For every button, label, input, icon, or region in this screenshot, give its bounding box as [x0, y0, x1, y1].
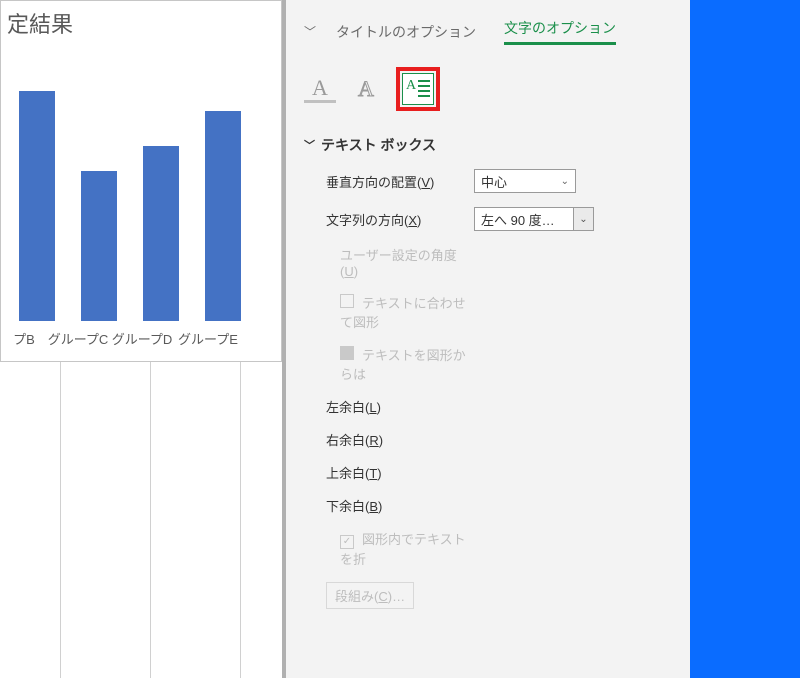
valign-label: 垂直方向の配置(V): [304, 172, 474, 191]
row-columns: 段組み(C)…: [304, 582, 678, 609]
margin-left-label: 左余白(L): [304, 397, 474, 416]
direction-label: 文字列の方向(X): [304, 210, 474, 229]
row-valign: 垂直方向の配置(V) 中心 ⌄: [304, 169, 678, 193]
row-user-angle: ユーザー設定の角度(U): [304, 245, 678, 279]
tab-title-options[interactable]: タイトルのオプション: [336, 22, 476, 42]
text-option-icons: A A A: [304, 67, 678, 111]
chevron-down-icon: ⌄: [561, 176, 569, 187]
highlight-textbox-icon: A: [396, 67, 440, 111]
valign-value: 中心: [481, 172, 507, 191]
app-root: 定結果 プB グループC グループD グループE ﹀: [0, 0, 800, 678]
text-effects-icon[interactable]: A: [350, 73, 382, 105]
text-fill-icon[interactable]: A: [304, 75, 336, 103]
margin-right-label: 右余白(R): [304, 430, 474, 449]
row-direction: 文字列の方向(X) 左へ 90 度… ⌄: [304, 207, 678, 231]
axis-label-d: グループD: [109, 329, 175, 348]
textbox-icon[interactable]: A: [402, 73, 434, 105]
row-margin-left: 左余白(L): [304, 397, 678, 416]
chevron-down-icon[interactable]: ⌄: [574, 207, 594, 231]
bar-group-b: [19, 91, 55, 321]
columns-button[interactable]: 段組み(C)…: [326, 582, 414, 609]
wrap-option: 図形内でテキストを折: [304, 529, 474, 568]
chart-axis-labels: プB グループC グループD グループE: [1, 329, 283, 348]
spreadsheet-grid[interactable]: [0, 362, 282, 678]
checkbox-icon: [340, 346, 354, 360]
user-angle-label: ユーザー設定の角度(U): [304, 245, 474, 279]
direction-select[interactable]: 左へ 90 度… ⌄: [474, 207, 594, 231]
margin-top-label: 上余白(T): [304, 463, 474, 482]
chevron-down-icon[interactable]: ﹀: [304, 23, 316, 40]
axis-label-c: グループC: [47, 329, 109, 348]
axis-label-e: グループE: [175, 329, 241, 348]
valign-select[interactable]: 中心 ⌄: [474, 169, 576, 193]
margin-bottom-label: 下余白(B): [304, 496, 474, 515]
bar-group-c: [81, 171, 117, 321]
chevron-down-icon: ﹀: [304, 137, 315, 153]
checkbox-checked-icon: [340, 535, 354, 549]
chart-bars: [1, 61, 283, 321]
window-edge: [690, 0, 800, 678]
fit-text-option: テキストに合わせて図形: [304, 293, 474, 331]
bar-group-e: [205, 111, 241, 321]
bar-group-d: [143, 146, 179, 321]
direction-value: 左へ 90 度…: [481, 210, 555, 229]
axis-label-b: プB: [1, 329, 47, 348]
row-margin-bottom: 下余白(B): [304, 496, 678, 515]
row-keep-text: テキストを図形からは: [304, 345, 678, 383]
checkbox-icon: [340, 294, 354, 308]
chart-title: 定結果: [7, 7, 73, 39]
section-textbox-label: テキスト ボックス: [321, 135, 436, 155]
chart-pane: 定結果 プB グループC グループD グループE: [0, 0, 282, 678]
section-textbox[interactable]: ﹀ テキスト ボックス: [304, 135, 678, 155]
panel-tabs: ﹀ タイトルのオプション 文字のオプション: [304, 18, 678, 45]
format-panel: ﹀ タイトルのオプション 文字のオプション A A A ﹀ テキスト ボックス: [286, 0, 690, 678]
row-margin-right: 右余白(R): [304, 430, 678, 449]
row-margin-top: 上余白(T): [304, 463, 678, 482]
keep-text-option: テキストを図形からは: [304, 345, 474, 383]
row-wrap: 図形内でテキストを折: [304, 529, 678, 568]
tab-text-options[interactable]: 文字のオプション: [504, 18, 616, 45]
right-area: ﹀ タイトルのオプション 文字のオプション A A A ﹀ テキスト ボックス: [286, 0, 800, 678]
row-fit-text: テキストに合わせて図形: [304, 293, 678, 331]
chart-card[interactable]: 定結果 プB グループC グループD グループE: [0, 0, 282, 362]
